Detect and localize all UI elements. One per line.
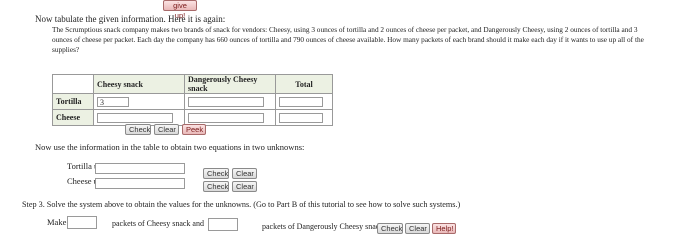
- info-table: Cheesy snack Dangerously Cheesy snack To…: [52, 74, 333, 126]
- col-header-dangerously-cheesy: Dangerously Cheesy snack: [184, 74, 276, 94]
- step3-check-button[interactable]: Check: [377, 223, 403, 234]
- cheese-check-button[interactable]: Check: [203, 181, 229, 192]
- tortilla-clear-button[interactable]: Clear: [232, 168, 257, 179]
- table-row: Tortilla 3: [52, 93, 333, 110]
- tortilla-total-input[interactable]: [279, 96, 323, 107]
- row-label-cheese: Cheese: [52, 109, 94, 126]
- row-label-tortilla: Tortilla: [52, 93, 94, 110]
- tortilla-cheesy-input[interactable]: 3: [97, 96, 129, 107]
- col-header-cheesy: Cheesy snack: [93, 74, 185, 94]
- table-peek-button[interactable]: Peek: [182, 124, 206, 135]
- cheesy-packets-label: packets of Cheesy snack and: [112, 219, 204, 228]
- step3-text: Step 3. Solve the system above to obtain…: [22, 200, 461, 209]
- tortilla-cheesy-cell[interactable]: 3: [93, 93, 185, 110]
- tortilla-check-button[interactable]: Check: [203, 168, 229, 179]
- table-check-button[interactable]: Check: [125, 124, 151, 135]
- intro-line-1: Now tabulate the given information. Here…: [35, 14, 226, 24]
- cheese-total-cell[interactable]: [275, 109, 333, 126]
- tortilla-dangerous-input[interactable]: [188, 96, 264, 107]
- tortilla-total-cell[interactable]: [275, 93, 333, 110]
- cheese-cheesy-input[interactable]: [97, 112, 173, 123]
- table-corner: [52, 74, 94, 94]
- give-up-button[interactable]: give up!: [163, 0, 197, 20]
- intro-line-2: The Scrumptious snack company makes two …: [52, 25, 638, 34]
- cheese-usage-input[interactable]: [95, 178, 185, 189]
- make-label: Make: [47, 217, 67, 227]
- table-clear-button[interactable]: Clear: [154, 124, 179, 135]
- step3-clear-button[interactable]: Clear: [405, 223, 430, 234]
- col-header-total: Total: [275, 74, 333, 94]
- dangerous-packets-label: packets of Dangerously Cheesy snack: [262, 222, 384, 231]
- cheesy-packets-input[interactable]: [67, 216, 97, 229]
- tortilla-usage-input[interactable]: [95, 163, 185, 174]
- cheese-total-input[interactable]: [279, 112, 323, 123]
- intro-line-3: ounces of cheese per packet. Each day th…: [52, 35, 644, 44]
- equations-instruction: Now use the information in the table to …: [35, 142, 305, 152]
- step3-help-button[interactable]: Help!: [432, 223, 456, 234]
- intro-line-4: supplies?: [52, 45, 80, 54]
- tortilla-dangerous-cell[interactable]: [184, 93, 276, 110]
- dangerous-packets-input[interactable]: [208, 218, 238, 231]
- cheese-dangerous-input[interactable]: [188, 112, 264, 123]
- cheese-clear-button[interactable]: Clear: [232, 181, 257, 192]
